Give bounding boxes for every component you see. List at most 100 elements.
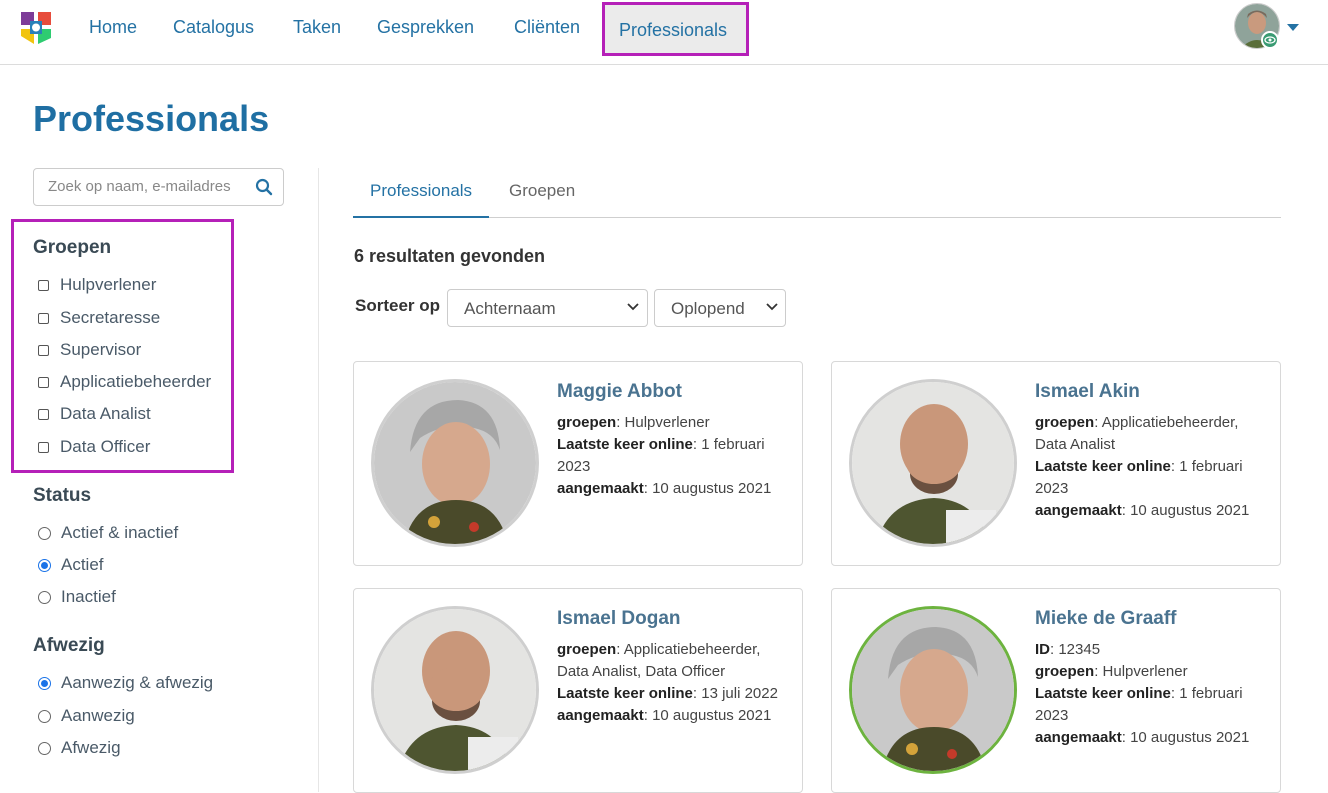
sort-order-value: Oplopend <box>671 299 745 318</box>
chevron-down-icon[interactable] <box>1287 24 1299 31</box>
professional-card[interactable]: Ismael Dogan groepen: Applicatiebeheerde… <box>353 588 803 793</box>
professional-details: groepen: Hulpverlener Laatste keer onlin… <box>557 414 772 497</box>
user-avatar-button[interactable] <box>1234 3 1280 49</box>
profile-photo <box>371 606 539 774</box>
checkbox[interactable] <box>38 344 49 356</box>
professional-name[interactable]: Ismael Dogan <box>557 608 681 630</box>
professional-name[interactable]: Maggie Abbot <box>557 381 682 403</box>
radio[interactable] <box>38 526 51 540</box>
nav-gesprekken[interactable]: Gesprekken <box>377 0 474 54</box>
status-option-active[interactable]: Actief <box>38 553 104 577</box>
radio[interactable] <box>38 709 51 723</box>
created-label: aangemaakt <box>1035 502 1122 519</box>
sort-order-select[interactable]: Oplopend <box>654 289 786 327</box>
groups-label: groepen <box>1035 414 1095 431</box>
created-value: 10 augustus 2021 <box>652 480 772 497</box>
last-online-label: Laatste keer online <box>1035 685 1171 702</box>
checkbox[interactable] <box>38 408 49 420</box>
sort-field-value: Achternaam <box>464 299 556 318</box>
groups-label: groepen <box>1035 663 1095 680</box>
search-input[interactable] <box>46 177 250 196</box>
checkbox[interactable] <box>38 441 49 453</box>
chevron-down-icon <box>766 303 778 311</box>
nav-home[interactable]: Home <box>89 0 137 54</box>
groups-label: groepen <box>557 641 617 658</box>
app-logo[interactable] <box>19 10 53 46</box>
created-label: aangemaakt <box>557 480 644 497</box>
option-label: Data Officer <box>60 437 151 456</box>
profile-photo <box>849 379 1017 547</box>
nav-catalogus[interactable]: Catalogus <box>173 0 254 54</box>
checkbox[interactable] <box>38 279 49 291</box>
professional-name[interactable]: Ismael Akin <box>1035 381 1140 403</box>
sidebar-divider <box>318 168 319 792</box>
last-online-value: 13 juli 2022 <box>701 685 778 702</box>
profile-photo <box>371 379 539 547</box>
option-label: Actief & inactief <box>61 523 179 542</box>
absent-option-all[interactable]: Aanwezig & afwezig <box>38 671 213 695</box>
created-value: 10 augustus 2021 <box>652 707 772 724</box>
option-label: Afwezig <box>61 738 121 757</box>
tab-groepen[interactable]: Groepen <box>509 168 575 216</box>
search-icon[interactable] <box>255 178 273 196</box>
sort-field-select[interactable]: Achternaam <box>447 289 648 327</box>
absent-heading: Afwezig <box>33 635 105 656</box>
nav-taken[interactable]: Taken <box>293 0 341 54</box>
absent-option-present[interactable]: Aanwezig <box>38 704 135 728</box>
option-label: Aanwezig <box>61 706 135 725</box>
option-label: Data Analist <box>60 404 151 423</box>
id-label: ID <box>1035 641 1050 658</box>
sort-label: Sorteer op <box>355 296 441 315</box>
group-option-applicatiebeheerder[interactable]: Applicatiebeheerder <box>38 370 211 394</box>
professional-card[interactable]: Maggie Abbot groepen: Hulpverlener Laats… <box>353 361 803 566</box>
group-option-hulpverlener[interactable]: Hulpverlener <box>38 273 156 297</box>
option-label: Actief <box>61 555 104 574</box>
radio[interactable] <box>38 741 51 755</box>
groups-label: groepen <box>557 414 617 431</box>
group-option-secretaresse[interactable]: Secretaresse <box>38 306 160 330</box>
groups-value: Hulpverlener <box>1102 663 1188 680</box>
groups-value: Hulpverlener <box>624 414 710 431</box>
option-label: Applicatiebeheerder <box>60 372 212 391</box>
search-field[interactable] <box>33 168 284 206</box>
created-value: 10 augustus 2021 <box>1130 729 1250 746</box>
last-online-label: Laatste keer online <box>557 685 693 702</box>
chevron-down-icon <box>627 303 639 311</box>
group-option-data-analist[interactable]: Data Analist <box>38 402 151 426</box>
nav-professionals[interactable]: Professionals <box>602 2 749 56</box>
tab-professionals[interactable]: Professionals <box>353 168 490 218</box>
profile-photo-online <box>849 606 1017 774</box>
radio[interactable] <box>38 590 51 604</box>
option-label: Aanwezig & afwezig <box>61 673 214 692</box>
radio-selected[interactable] <box>38 558 51 572</box>
status-option-inactive[interactable]: Inactief <box>38 585 116 609</box>
created-label: aangemaakt <box>557 707 644 724</box>
status-option-all[interactable]: Actief & inactief <box>38 521 178 545</box>
status-heading: Status <box>33 485 92 506</box>
professional-details: groepen: Applicatiebeheerder, Data Anali… <box>1035 414 1250 519</box>
eye-icon <box>1261 31 1279 49</box>
radio-selected[interactable] <box>38 676 51 690</box>
nav-clienten[interactable]: Cliënten <box>514 0 580 54</box>
checkbox[interactable] <box>38 376 49 388</box>
results-count: 6 resultaten gevonden <box>354 246 546 266</box>
professional-details: groepen: Applicatiebeheerder, Data Anali… <box>557 641 778 724</box>
top-navbar: Home Catalogus Taken Gesprekken Cliënten… <box>0 0 1328 65</box>
professional-details: ID: 12345 groepen: Hulpverlener Laatste … <box>1035 641 1250 746</box>
groups-heading: Groepen <box>33 237 112 258</box>
last-online-label: Laatste keer online <box>1035 458 1171 475</box>
option-label: Supervisor <box>60 340 142 359</box>
absent-option-absent[interactable]: Afwezig <box>38 736 121 760</box>
created-label: aangemaakt <box>1035 729 1122 746</box>
checkbox[interactable] <box>38 312 49 324</box>
page-title: Professionals <box>33 98 270 139</box>
group-option-data-officer[interactable]: Data Officer <box>38 435 150 459</box>
option-label: Inactief <box>61 587 116 606</box>
option-label: Secretaresse <box>60 308 161 327</box>
group-option-supervisor[interactable]: Supervisor <box>38 338 141 362</box>
professional-name[interactable]: Mieke de Graaff <box>1035 608 1177 630</box>
professional-card[interactable]: Mieke de Graaff ID: 12345 groepen: Hulpv… <box>831 588 1281 793</box>
professional-card[interactable]: Ismael Akin groepen: Applicatiebeheerder… <box>831 361 1281 566</box>
created-value: 10 augustus 2021 <box>1130 502 1250 519</box>
option-label: Hulpverlener <box>60 275 157 294</box>
